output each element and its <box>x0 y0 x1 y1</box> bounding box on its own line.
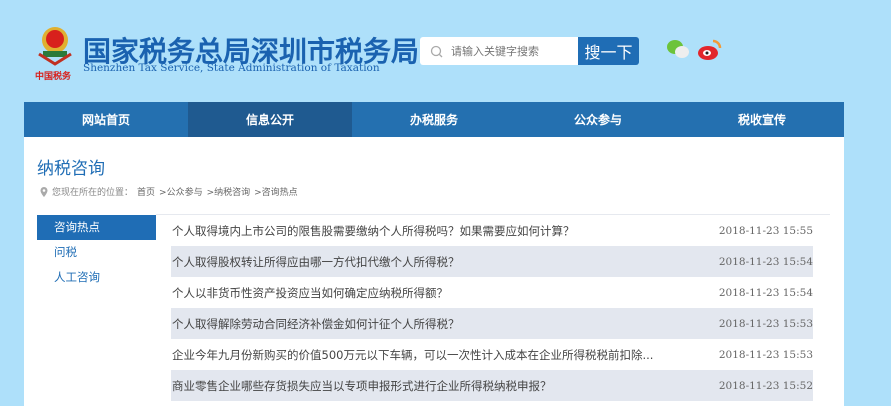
nav-tax-publicity[interactable]: 税收宣传 <box>680 102 844 137</box>
search-icon <box>430 45 443 57</box>
list-item[interactable]: 个人以非货币性资产投资应当如何确定应纳税所得额？ 2018-11-23 15:54 <box>171 277 813 308</box>
list-item[interactable]: 商业零售企业哪些存货损失应当以专项申报形式进行企业所得税纳税申报？ 2018-11… <box>171 370 813 401</box>
list-item[interactable]: 企业今年九月份新购买的价值500万元以下车辆，可以一次性计入成本在企业所得税税前… <box>171 339 813 370</box>
item-title[interactable]: 个人取得境内上市公司的限售股需要缴纳个人所得税吗？如果需要应如何计算？ <box>172 223 575 239</box>
item-title[interactable]: 商业零售企业哪些存货损失应当以专项申报形式进行企业所得税纳税申报？ <box>172 378 552 394</box>
item-date: 2018-11-23 15:53 <box>718 348 813 361</box>
tax-emblem-logo: 中国税务 <box>35 27 72 82</box>
list-item[interactable]: 个人取得股权转让所得应由哪一方代扣代缴个人所得税？ 2018-11-23 15:5… <box>171 246 813 277</box>
sidebar-item-ask[interactable]: 问税 <box>37 240 156 265</box>
breadcrumb-public[interactable]: >公众参与 <box>159 185 203 198</box>
search-box[interactable] <box>420 37 578 65</box>
site-subtitle: Shenzhen Tax Service, State Administrati… <box>83 62 380 74</box>
wechat-icon[interactable] <box>665 38 691 60</box>
location-pin-icon <box>40 186 48 197</box>
breadcrumb-consult[interactable]: >纳税咨询 <box>207 185 251 198</box>
item-date: 2018-11-23 15:54 <box>718 286 813 299</box>
item-title[interactable]: 个人取得股权转让所得应由哪一方代扣代缴个人所得税？ <box>172 254 460 270</box>
breadcrumb: 您现在所在的位置： 首页 >公众参与 >纳税咨询 >咨询热点 <box>40 185 298 198</box>
page-title: 纳税咨询 <box>37 159 105 179</box>
nav-public-participation[interactable]: 公众参与 <box>516 102 680 137</box>
sidebar: 咨询热点 问税 人工咨询 <box>37 215 156 290</box>
item-date: 2018-11-23 15:54 <box>718 255 813 268</box>
item-title[interactable]: 个人以非货币性资产投资应当如何确定应纳税所得额？ <box>172 285 448 301</box>
list-item[interactable]: 个人取得境内上市公司的限售股需要缴纳个人所得税吗？如果需要应如何计算？ 2018-… <box>171 215 813 246</box>
list-item[interactable]: 个人取得解除劳动合同经济补偿金如何计征个人所得税？ 2018-11-23 15:5… <box>171 308 813 339</box>
weibo-icon[interactable] <box>697 38 723 62</box>
search-input[interactable] <box>451 44 571 58</box>
nav-home[interactable]: 网站首页 <box>24 102 188 137</box>
sidebar-item-manual[interactable]: 人工咨询 <box>37 265 156 290</box>
item-title[interactable]: 个人取得解除劳动合同经济补偿金如何计征个人所得税？ <box>172 316 460 332</box>
main-nav: 网站首页 信息公开 办税服务 公众参与 税收宣传 <box>24 102 844 137</box>
location-label: 您现在所在的位置： <box>52 188 134 198</box>
nav-info-disclosure[interactable]: 信息公开 <box>188 102 352 137</box>
item-date: 2018-11-23 15:55 <box>718 224 813 237</box>
sidebar-item-hot[interactable]: 咨询热点 <box>37 215 156 240</box>
item-date: 2018-11-23 15:53 <box>718 317 813 330</box>
question-list: 个人取得境内上市公司的限售股需要缴纳个人所得税吗？如果需要应如何计算？ 2018-… <box>171 215 813 401</box>
nav-tax-services[interactable]: 办税服务 <box>352 102 516 137</box>
search-button[interactable]: 搜一下 <box>578 37 639 65</box>
item-date: 2018-11-23 15:52 <box>718 379 813 392</box>
svg-text:中国税务: 中国税务 <box>35 70 72 82</box>
breadcrumb-home[interactable]: 首页 <box>137 185 155 198</box>
breadcrumb-hot[interactable]: >咨询热点 <box>254 185 298 198</box>
item-title[interactable]: 企业今年九月份新购买的价值500万元以下车辆，可以一次性计入成本在企业所得税税前… <box>172 347 653 363</box>
